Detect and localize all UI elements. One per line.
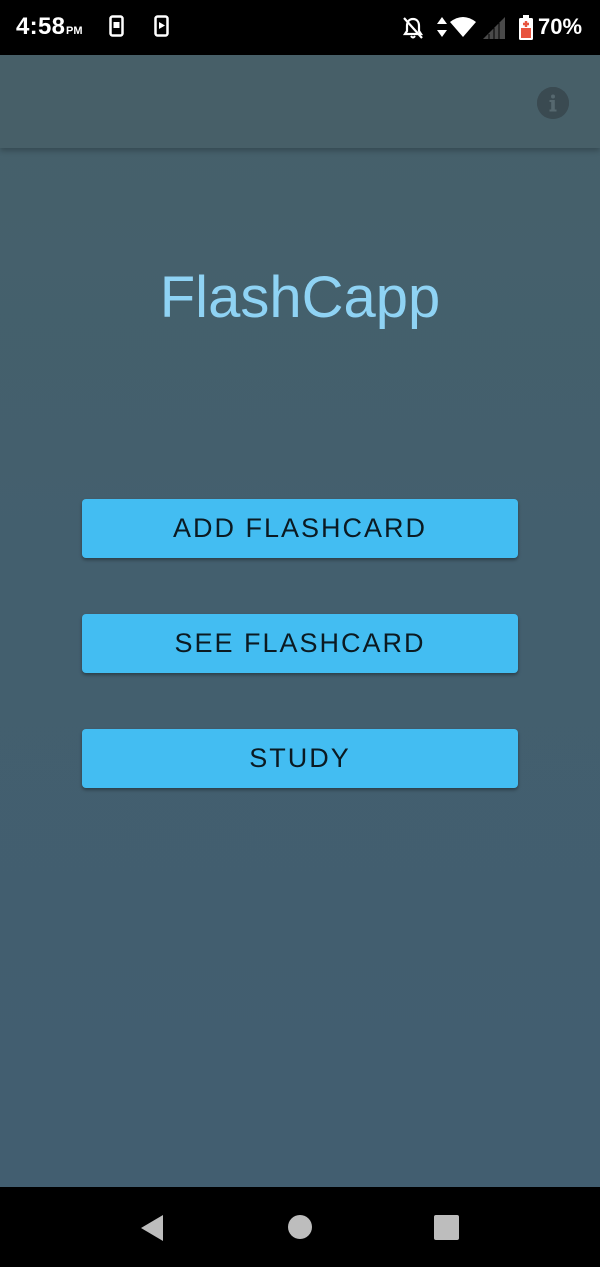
do-not-disturb-bell-off-icon xyxy=(402,17,424,39)
data-arrows-icon xyxy=(437,17,447,37)
cellular-signal-icon xyxy=(483,17,505,39)
study-button[interactable]: STUDY xyxy=(82,729,518,788)
status-ampm: PM xyxy=(66,25,83,37)
home-circle-icon[interactable] xyxy=(288,1215,312,1239)
wifi-icon xyxy=(450,17,476,37)
add-flashcard-button[interactable]: ADD FLASHCARD xyxy=(82,499,518,558)
info-icon xyxy=(537,87,569,119)
app-title: FlashCapp xyxy=(159,265,441,330)
recents-square-icon[interactable] xyxy=(434,1215,459,1240)
battery-saver-icon xyxy=(519,15,533,40)
app-screen: FlashCapp ADD FLASHCARD SEE FLASHCARD ST… xyxy=(0,55,600,1187)
navigation-bar xyxy=(0,1187,600,1267)
back-triangle-icon[interactable] xyxy=(139,1214,165,1242)
phone-notification-icon xyxy=(154,15,169,37)
phone-notification-icon xyxy=(109,15,124,37)
status-bar: 4:58 PM 70% xyxy=(0,0,600,55)
app-bar xyxy=(0,55,600,148)
info-button[interactable] xyxy=(537,87,569,119)
see-flashcard-button[interactable]: SEE FLASHCARD xyxy=(82,614,518,673)
status-time: 4:58 xyxy=(16,13,66,40)
battery-percent: 70% xyxy=(538,14,583,39)
